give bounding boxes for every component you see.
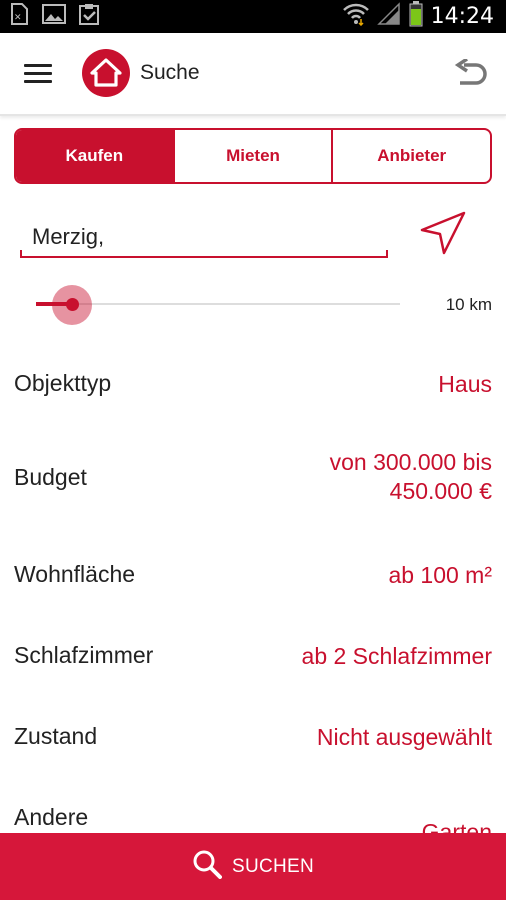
- input-edge-right: [386, 250, 388, 258]
- tab-mieten[interactable]: Mieten: [172, 130, 332, 182]
- hamburger-icon[interactable]: [22, 62, 54, 86]
- filter-row-budget[interactable]: Budget von 300.000 bis 450.000 €: [0, 448, 506, 512]
- search-icon: [192, 849, 222, 884]
- filter-value: von 300.000 bis 450.000 €: [330, 448, 492, 506]
- filter-row-objekttyp[interactable]: Objekttyp Haus: [0, 366, 506, 406]
- house-icon: [82, 49, 130, 97]
- slider-thumb[interactable]: [66, 298, 79, 311]
- filter-value: Haus: [438, 371, 492, 397]
- signal-icon: [376, 2, 401, 31]
- filter-value: Nicht ausgewählt: [316, 724, 492, 750]
- location-input[interactable]: [20, 218, 388, 258]
- filter-row-schlafzimmer[interactable]: Schlafzimmer ab 2 Schlafzimmer: [0, 638, 506, 678]
- radius-slider[interactable]: [36, 284, 404, 325]
- navigation-arrow-icon[interactable]: [418, 210, 468, 256]
- sim-icon: ✕: [8, 3, 30, 30]
- clipboard-check-icon: [78, 3, 100, 30]
- battery-icon: [409, 1, 423, 32]
- budget-value-line2: 450.000 €: [389, 478, 492, 504]
- app-bar: Suche: [0, 33, 506, 116]
- search-button-label: SUCHEN: [231, 855, 315, 877]
- notification-icons: ✕: [8, 3, 100, 30]
- filter-row-wohnflaeche[interactable]: Wohnfläche ab 100 m²: [0, 557, 506, 597]
- search-type-tabs: Kaufen Mieten Anbieter: [14, 128, 492, 184]
- filter-label: Wohnfläche: [14, 561, 136, 587]
- clock: 14:24: [430, 4, 494, 29]
- filter-label: Objekttyp: [14, 370, 112, 396]
- tab-kaufen[interactable]: Kaufen: [16, 130, 173, 182]
- system-icons: 14:24: [342, 0, 494, 33]
- filter-label: Budget: [14, 464, 87, 490]
- filter-label: Zustand: [14, 723, 98, 749]
- budget-value-line1: von 300.000 bis: [329, 449, 492, 475]
- undo-arrow-icon[interactable]: [454, 57, 490, 89]
- image-icon: [42, 3, 66, 30]
- filter-label: Schlafzimmer: [14, 642, 154, 668]
- radius-value: 10 km: [445, 295, 492, 314]
- filter-value: ab 2 Schlafzimmer: [301, 643, 492, 669]
- search-button[interactable]: SUCHEN: [0, 833, 506, 900]
- status-bar: ✕ 14:24: [0, 0, 506, 33]
- wifi-icon: [342, 2, 369, 31]
- input-edge-left: [20, 250, 22, 258]
- page-title: Suche: [140, 61, 200, 84]
- svg-text:✕: ✕: [14, 13, 22, 23]
- tab-anbieter[interactable]: Anbieter: [331, 130, 490, 182]
- filter-label: Andere: [14, 804, 89, 830]
- filter-value: ab 100 m²: [388, 562, 492, 588]
- filter-row-zustand[interactable]: Zustand Nicht ausgewählt: [0, 719, 506, 759]
